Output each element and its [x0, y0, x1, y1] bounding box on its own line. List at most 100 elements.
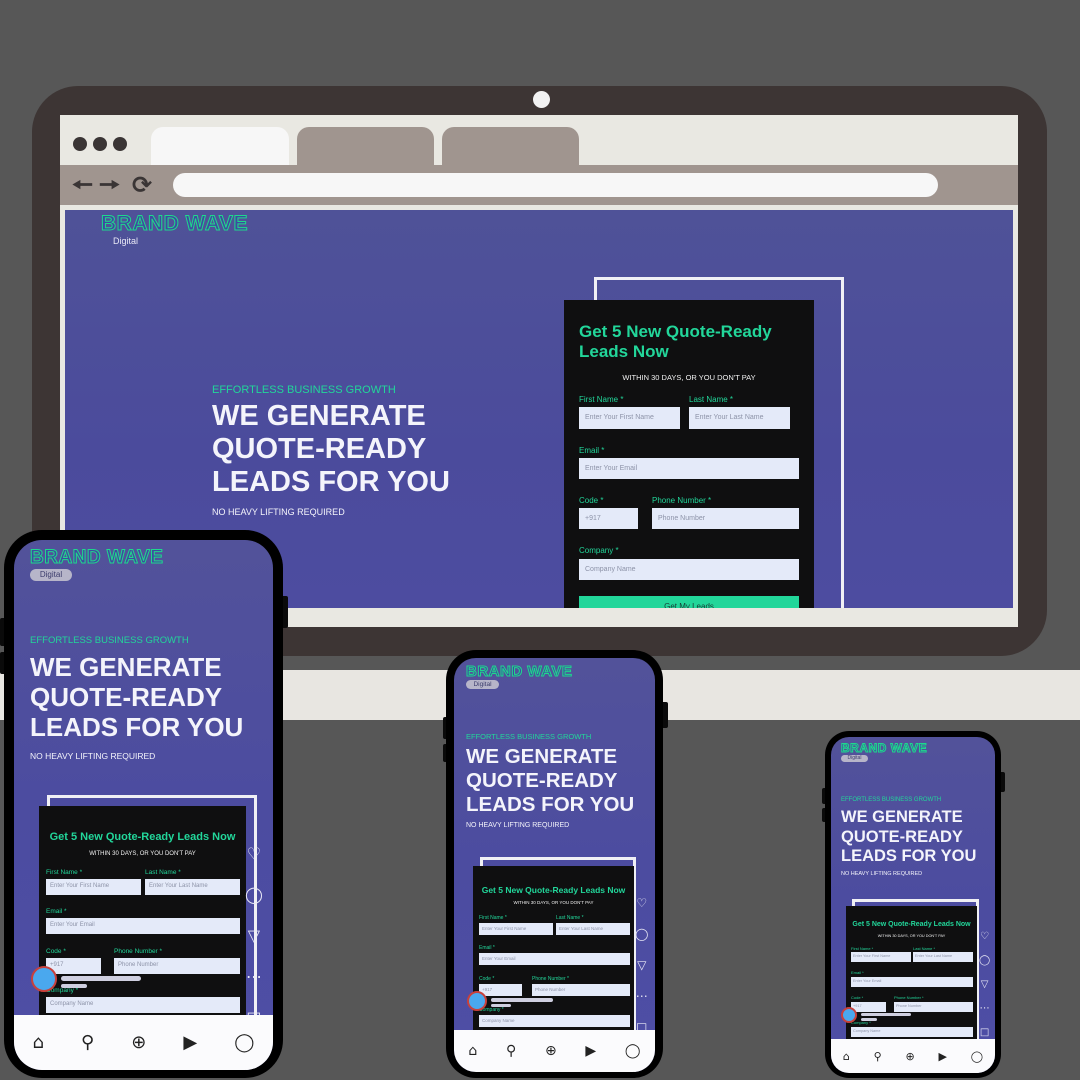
email-input[interactable]: Enter Your Email — [851, 977, 973, 987]
code-input[interactable]: +917 — [579, 508, 638, 529]
profile-icon[interactable]: ◯ — [971, 1050, 983, 1063]
code-input[interactable]: +917 — [851, 1002, 886, 1012]
home-icon[interactable]: ⌂ — [843, 1050, 850, 1063]
form-title: Get 5 New Quote-Ready Leads Now — [49, 831, 236, 843]
browser-tab-active[interactable] — [151, 127, 289, 165]
brand-logo[interactable]: BRAND WAVE — [101, 212, 248, 236]
add-icon[interactable]: ⊕ — [545, 1043, 557, 1059]
email-input[interactable]: Enter Your Email — [46, 918, 240, 934]
more-icon[interactable]: ⋯ — [246, 967, 262, 986]
bottom-nav: ⌂ ⚲ ⊕ ▶ ◯ — [454, 1030, 655, 1072]
form-subtitle: WITHIN 30 DAYS, OR YOU DON'T PAY — [89, 851, 196, 857]
company-input[interactable]: Company Name — [851, 1027, 973, 1037]
arrow-left-icon[interactable]: 🠔 — [72, 171, 93, 199]
brand-logo[interactable]: BRAND WAVE — [465, 663, 572, 681]
comment-icon[interactable]: ◯ — [979, 955, 990, 966]
code-input[interactable]: +917 — [479, 984, 522, 996]
avatar[interactable] — [31, 966, 57, 992]
phone-medium-screen: BRAND WAVE Digital EFFORTLESS BUSINESS G… — [454, 658, 655, 1072]
phone-label: Phone Number * — [114, 948, 163, 955]
side-action-icons: ♡ ◯ ▽ ⋯ □ — [245, 844, 263, 1027]
username-bar — [491, 998, 553, 1002]
phone-input[interactable]: Phone Number — [652, 508, 799, 529]
email-input[interactable]: Enter Your Email — [479, 953, 630, 965]
hero-subline: NO HEAVY LIFTING REQUIRED — [841, 871, 923, 877]
eyebrow-text: EFFORTLESS BUSINESS GROWTH — [212, 384, 396, 396]
company-input[interactable]: Company Name — [479, 1015, 630, 1027]
send-icon[interactable]: ▽ — [981, 979, 989, 990]
send-icon[interactable]: ▽ — [637, 958, 646, 972]
laptop-camera — [533, 91, 550, 108]
search-icon[interactable]: ⚲ — [874, 1050, 882, 1063]
last-name-input[interactable]: Enter Your Last Name — [556, 923, 630, 935]
window-minimize-dot[interactable] — [93, 137, 107, 151]
window-maximize-dot[interactable] — [113, 137, 127, 151]
more-icon[interactable]: ⋯ — [636, 989, 648, 1003]
phone-input[interactable]: Phone Number — [532, 984, 630, 996]
heart-icon[interactable]: ♡ — [247, 844, 261, 863]
email-input[interactable]: Enter Your Email — [579, 458, 799, 479]
avatar[interactable] — [841, 1007, 857, 1023]
last-name-input[interactable]: Enter Your Last Name — [913, 952, 973, 962]
reload-icon[interactable]: ⟳ — [132, 171, 152, 199]
comment-icon[interactable]: ◯ — [245, 885, 263, 904]
first-name-input[interactable]: Enter Your First Name — [851, 952, 911, 962]
bookmark-icon[interactable]: □ — [980, 1027, 989, 1038]
browser-tab-3[interactable] — [442, 127, 579, 165]
browser-tab-2[interactable] — [297, 127, 434, 165]
brand-sub: Digital — [466, 680, 499, 689]
phone-input[interactable]: Phone Number — [894, 1002, 973, 1012]
eyebrow-text: EFFORTLESS BUSINESS GROWTH — [30, 635, 189, 646]
last-name-label: Last Name * — [556, 915, 584, 921]
more-icon[interactable]: ⋯ — [980, 1003, 990, 1014]
hero-subline: NO HEAVY LIFTING REQUIRED — [212, 507, 345, 517]
submit-button[interactable]: Get My Leads — [579, 596, 799, 608]
code-label: Code * — [851, 995, 864, 1000]
side-action-icons: ♡ ◯ ▽ ⋯ □ — [979, 931, 990, 1038]
add-icon[interactable]: ⊕ — [906, 1050, 915, 1063]
send-icon[interactable]: ▽ — [248, 926, 260, 945]
last-name-input[interactable]: Enter Your Last Name — [689, 407, 790, 429]
phone-small-screen: BRAND WAVE Digital EFFORTLESS BUSINESS G… — [831, 737, 995, 1073]
first-name-label: First Name * — [851, 946, 874, 951]
avatar[interactable] — [467, 991, 487, 1011]
add-icon[interactable]: ⊕ — [131, 1032, 146, 1053]
last-name-input[interactable]: Enter Your Last Name — [145, 879, 240, 895]
lead-form: Get 5 New Quote-Ready Leads Now WITHIN 3… — [564, 300, 814, 608]
heart-icon[interactable]: ♡ — [980, 931, 989, 942]
email-label: Email * — [46, 908, 67, 915]
hero-headline: WE GENERATE QUOTE-READY LEADS FOR YOU — [212, 400, 450, 498]
profile-icon[interactable]: ◯ — [234, 1032, 254, 1053]
hero-subline: NO HEAVY LIFTING REQUIRED — [466, 822, 570, 829]
first-name-input[interactable]: Enter Your First Name — [46, 879, 141, 895]
first-name-label: First Name * — [479, 915, 507, 921]
email-label: Email * — [851, 970, 864, 975]
company-input[interactable]: Company Name — [579, 559, 799, 580]
arrow-right-icon[interactable]: 🠖 — [99, 171, 120, 199]
address-bar[interactable] — [173, 173, 938, 197]
phone-input[interactable]: Phone Number — [114, 958, 240, 974]
form-subtitle: WITHIN 30 DAYS, OR YOU DON'T PAY — [513, 900, 594, 905]
home-icon[interactable]: ⌂ — [33, 1032, 44, 1053]
eyebrow-text: EFFORTLESS BUSINESS GROWTH — [841, 797, 942, 803]
window-close-dot[interactable] — [73, 137, 87, 151]
comment-icon[interactable]: ◯ — [635, 927, 648, 941]
brand-logo[interactable]: BRAND WAVE — [840, 741, 927, 756]
heart-icon[interactable]: ♡ — [636, 896, 647, 910]
side-action-icons: ♡ ◯ ▽ ⋯ □ — [635, 896, 648, 1034]
profile-icon[interactable]: ◯ — [625, 1043, 641, 1059]
home-icon[interactable]: ⌂ — [468, 1043, 477, 1059]
browser-toolbar: 🠔 🠖 ⟳ — [60, 165, 1018, 205]
search-icon[interactable]: ⚲ — [506, 1043, 516, 1059]
company-input[interactable]: Company Name — [46, 997, 240, 1013]
reels-icon[interactable]: ▶ — [585, 1043, 596, 1059]
first-name-input[interactable]: Enter Your First Name — [579, 407, 680, 429]
search-icon[interactable]: ⚲ — [81, 1032, 94, 1053]
brand-logo[interactable]: BRAND WAVE — [29, 547, 163, 569]
reels-icon[interactable]: ▶ — [183, 1032, 197, 1053]
phone-medium: BRAND WAVE Digital EFFORTLESS BUSINESS G… — [446, 650, 663, 1078]
bottom-nav: ⌂ ⚲ ⊕ ▶ ◯ — [14, 1015, 273, 1070]
reels-icon[interactable]: ▶ — [939, 1050, 947, 1063]
first-name-label: First Name * — [579, 395, 624, 404]
first-name-input[interactable]: Enter Your First Name — [479, 923, 553, 935]
